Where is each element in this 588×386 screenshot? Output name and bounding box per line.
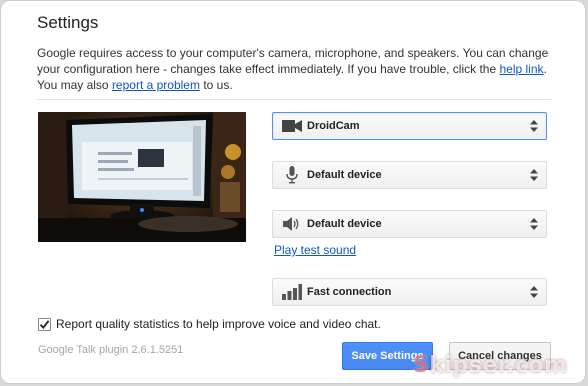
divider xyxy=(37,99,551,100)
quality-stats-row: Report quality statistics to help improv… xyxy=(38,317,381,331)
description-part1: Google requires access to your computer'… xyxy=(37,46,549,76)
chevron-updown-icon xyxy=(529,119,538,133)
signal-bars-icon xyxy=(281,283,303,301)
microphone-icon xyxy=(281,166,303,184)
camera-preview-image xyxy=(38,112,246,242)
speaker-select[interactable]: Default device xyxy=(272,210,547,238)
chevron-updown-icon xyxy=(529,217,538,231)
camera-select[interactable]: DroidCam xyxy=(272,112,547,140)
microphone-select[interactable]: Default device xyxy=(272,161,547,189)
description-text: Google requires access to your computer'… xyxy=(37,45,565,93)
plugin-version: Google Talk plugin 2.6.1.5251 xyxy=(38,344,184,356)
quality-stats-label: Report quality statistics to help improv… xyxy=(56,317,381,331)
dialog-title: Settings xyxy=(37,13,99,32)
quality-stats-checkbox[interactable] xyxy=(38,317,51,331)
camera-preview xyxy=(38,112,246,242)
camera-select-value: DroidCam xyxy=(307,120,360,132)
connection-select-value: Fast connection xyxy=(307,286,392,298)
help-link[interactable]: help link xyxy=(499,62,543,76)
speaker-icon xyxy=(281,215,303,233)
checkmark-icon xyxy=(39,319,50,329)
play-test-sound-link[interactable]: Play test sound xyxy=(274,243,356,257)
chevron-updown-icon xyxy=(529,168,538,182)
settings-dialog: Settings Google requires access to your … xyxy=(0,0,586,384)
microphone-select-value: Default device xyxy=(307,169,382,181)
watermark-logo: Skipser.com xyxy=(413,353,568,378)
description-part3: to us. xyxy=(199,78,233,92)
report-problem-link[interactable]: report a problem xyxy=(112,78,200,92)
speaker-select-value: Default device xyxy=(307,218,382,230)
camera-icon xyxy=(281,117,303,135)
chevron-updown-icon xyxy=(529,285,538,299)
connection-select[interactable]: Fast connection xyxy=(272,278,547,306)
